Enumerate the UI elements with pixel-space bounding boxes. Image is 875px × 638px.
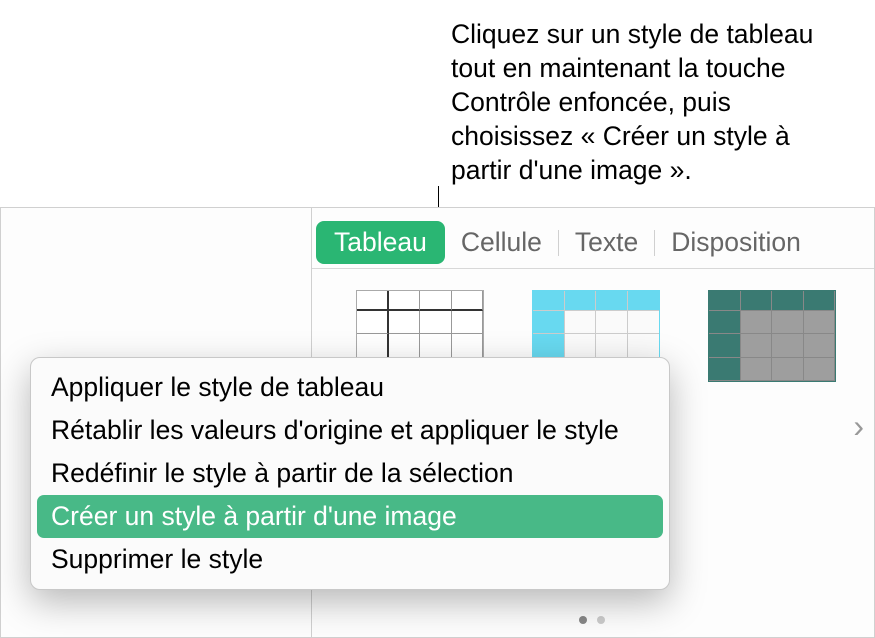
callout-instruction: Cliquez sur un style de tableau tout en … <box>451 18 841 188</box>
menu-item-create-from-image[interactable]: Créer un style à partir d'une image <box>37 495 663 538</box>
menu-item-redefine-from-selection[interactable]: Redéfinir le style à partir de la sélect… <box>37 452 663 495</box>
menu-item-delete-style[interactable]: Supprimer le style <box>37 538 663 581</box>
chevron-right-icon[interactable]: › <box>853 408 864 445</box>
pager-dots <box>579 616 605 624</box>
tab-disposition[interactable]: Disposition <box>655 221 817 264</box>
inspector-tabs: Tableau Cellule Texte Disposition <box>316 221 817 264</box>
tabs-underline <box>312 268 874 269</box>
tab-texte[interactable]: Texte <box>559 221 654 264</box>
pager-dot[interactable] <box>597 616 605 624</box>
menu-item-apply-style[interactable]: Appliquer le style de tableau <box>37 366 663 409</box>
tab-cellule[interactable]: Cellule <box>445 221 558 264</box>
table-style-thumbnail[interactable] <box>708 290 836 382</box>
tab-tableau[interactable]: Tableau <box>316 221 445 264</box>
menu-item-reset-apply[interactable]: Rétablir les valeurs d'origine et appliq… <box>37 409 663 452</box>
context-menu: Appliquer le style de tableau Rétablir l… <box>30 357 670 590</box>
pager-dot[interactable] <box>579 616 587 624</box>
